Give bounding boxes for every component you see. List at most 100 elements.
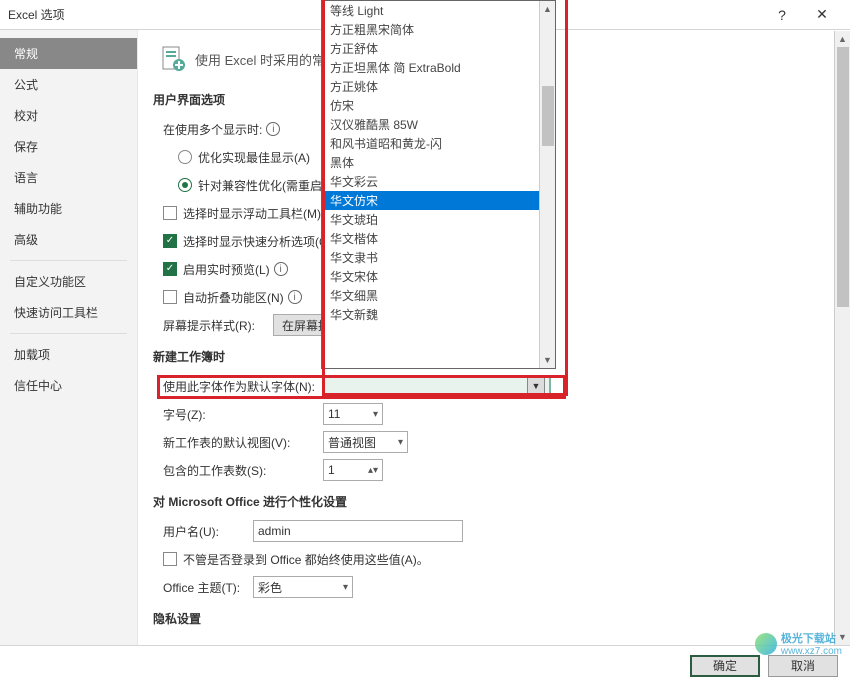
radio-compat[interactable]	[178, 178, 192, 192]
watermark: 极光下载站 www.xz7.com	[755, 630, 842, 657]
sidebar-item-accessibility[interactable]: 辅助功能	[0, 193, 137, 224]
general-icon	[159, 45, 187, 73]
chk-float-label: 选择时显示浮动工具栏(M)	[183, 205, 321, 222]
sidebar-item-proofing[interactable]: 校对	[0, 100, 137, 131]
help-button[interactable]: ?	[762, 0, 802, 30]
info-icon[interactable]: i	[274, 262, 288, 276]
font-option[interactable]: 方正粗黑宋简体	[322, 20, 539, 39]
font-size-row: 字号(Z): 11 ▾	[163, 403, 830, 425]
multi-display-label: 在使用多个显示时:	[163, 121, 262, 138]
theme-value: 彩色	[258, 579, 282, 596]
sheet-count-value: 1	[328, 463, 335, 477]
font-option[interactable]: 方正姚体	[322, 77, 539, 96]
sidebar-item-qat[interactable]: 快速访问工具栏	[0, 297, 137, 328]
scroll-down-icon[interactable]: ▼	[540, 352, 555, 368]
username-row: 用户名(U): admin	[163, 520, 830, 542]
chk-preview-label: 启用实时预览(L)	[183, 261, 270, 278]
theme-row: Office 主题(T): 彩色 ▾	[163, 576, 830, 598]
chk-quick-label: 选择时显示快速分析选项(Q	[183, 233, 328, 250]
watermark-text: 极光下载站	[781, 630, 842, 646]
font-size-value: 11	[328, 407, 340, 421]
radio-compat-label: 针对兼容性优化(需重启	[198, 177, 322, 194]
chk-always-row[interactable]: 不管是否登录到 Office 都始终使用这些值(A)。	[163, 548, 830, 570]
font-option[interactable]: 华文新魏	[322, 305, 539, 324]
dropdown-list: 等线 Light 方正粗黑宋简体 方正舒体 方正坦黑体 简 ExtraBold …	[322, 1, 555, 324]
page-heading-text: 使用 Excel 时采用的常	[195, 50, 325, 69]
default-view-row: 新工作表的默认视图(V): 普通视图 ▾	[163, 431, 830, 453]
font-option[interactable]: 等线 Light	[322, 1, 539, 20]
ok-button[interactable]: 确定	[690, 655, 760, 677]
close-button[interactable]: ✕	[802, 0, 842, 30]
chevron-down-icon[interactable]: ▾	[373, 409, 378, 420]
font-option[interactable]: 仿宋	[322, 96, 539, 115]
theme-combo[interactable]: 彩色 ▾	[253, 576, 353, 598]
content-scrollbar[interactable]: ▲ ▼	[834, 31, 850, 645]
font-option[interactable]: 华文隶书	[322, 248, 539, 267]
font-option[interactable]: 华文楷体	[322, 229, 539, 248]
watermark-url: www.xz7.com	[781, 646, 842, 657]
default-view-value: 普通视图	[328, 434, 376, 451]
font-option[interactable]: 方正舒体	[322, 39, 539, 58]
sidebar-item-addins[interactable]: 加载项	[0, 339, 137, 370]
font-option[interactable]: 汉仪雅酷黑 85W	[322, 115, 539, 134]
font-dropdown[interactable]: 等线 Light 方正粗黑宋简体 方正舒体 方正坦黑体 简 ExtraBold …	[321, 0, 556, 369]
font-option[interactable]: 华文宋体	[322, 267, 539, 286]
chk-quick-analysis[interactable]	[163, 234, 177, 248]
sidebar-item-trust[interactable]: 信任中心	[0, 370, 137, 401]
sidebar-item-ribbon[interactable]: 自定义功能区	[0, 266, 137, 297]
font-option[interactable]: 华文彩云	[322, 172, 539, 191]
sidebar-item-formulas[interactable]: 公式	[0, 69, 137, 100]
sheet-count-spinner[interactable]: 1 ▴▾	[323, 459, 383, 481]
sheet-count-row: 包含的工作表数(S): 1 ▴▾	[163, 459, 830, 481]
sidebar-separator	[10, 333, 127, 334]
theme-label: Office 主题(T):	[163, 579, 253, 596]
info-icon[interactable]: i	[266, 122, 280, 136]
scroll-up-icon[interactable]: ▲	[835, 31, 850, 47]
chk-always-use[interactable]	[163, 552, 177, 566]
username-label: 用户名(U):	[163, 523, 253, 540]
dropdown-scrollbar[interactable]: ▲ ▼	[539, 1, 555, 368]
chevron-down-icon[interactable]: ▾	[343, 582, 348, 593]
username-value: admin	[258, 524, 291, 538]
font-option[interactable]: 黑体	[322, 153, 539, 172]
scrollbar-thumb[interactable]	[837, 47, 849, 307]
sidebar-item-save[interactable]: 保存	[0, 131, 137, 162]
default-font-combo[interactable]: ▼	[323, 375, 551, 397]
chk-collapse-ribbon[interactable]	[163, 290, 177, 304]
radio-best-display[interactable]	[178, 150, 192, 164]
font-option[interactable]: 和风书道昭和黄龙-闪	[322, 134, 539, 153]
cancel-button[interactable]: 取消	[768, 655, 838, 677]
chk-float-toolbar[interactable]	[163, 206, 177, 220]
chk-live-preview[interactable]	[163, 262, 177, 276]
chk-collapse-label: 自动折叠功能区(N)	[183, 289, 284, 306]
chevron-down-icon[interactable]: ▾	[398, 437, 403, 448]
section-privacy-heading: 隐私设置	[153, 610, 830, 627]
sidebar: 常规 公式 校对 保存 语言 辅助功能 高级 自定义功能区 快速访问工具栏 加载…	[0, 30, 138, 645]
font-option[interactable]: 华文细黑	[322, 286, 539, 305]
font-option-selected[interactable]: 华文仿宋	[322, 191, 539, 210]
font-size-combo[interactable]: 11 ▾	[323, 403, 383, 425]
sidebar-separator	[10, 260, 127, 261]
sidebar-item-language[interactable]: 语言	[0, 162, 137, 193]
username-input[interactable]: admin	[253, 520, 463, 542]
default-view-label: 新工作表的默认视图(V):	[163, 434, 323, 451]
sidebar-item-general[interactable]: 常规	[0, 38, 137, 69]
scroll-up-icon[interactable]: ▲	[540, 1, 555, 17]
default-font-label: 使用此字体作为默认字体(N):	[163, 378, 323, 395]
section-pers-heading: 对 Microsoft Office 进行个性化设置	[153, 493, 830, 510]
default-view-combo[interactable]: 普通视图 ▾	[323, 431, 408, 453]
chevron-down-icon[interactable]: ▼	[527, 377, 545, 395]
chk-always-label: 不管是否登录到 Office 都始终使用这些值(A)。	[183, 551, 429, 568]
watermark-icon	[755, 633, 777, 655]
info-icon[interactable]: i	[288, 290, 302, 304]
sidebar-item-advanced[interactable]: 高级	[0, 224, 137, 255]
font-option[interactable]: 华文琥珀	[322, 210, 539, 229]
tip-style-label: 屏幕提示样式(R):	[163, 317, 273, 334]
scrollbar-thumb[interactable]	[542, 86, 554, 146]
font-size-label: 字号(Z):	[163, 406, 323, 423]
sheet-count-label: 包含的工作表数(S):	[163, 462, 323, 479]
spinner-icon[interactable]: ▴▾	[368, 465, 378, 476]
font-option[interactable]: 方正坦黑体 简 ExtraBold	[322, 58, 539, 77]
default-font-row: 使用此字体作为默认字体(N): ▼	[163, 375, 830, 397]
radio-best-label: 优化实现最佳显示(A)	[198, 149, 310, 166]
